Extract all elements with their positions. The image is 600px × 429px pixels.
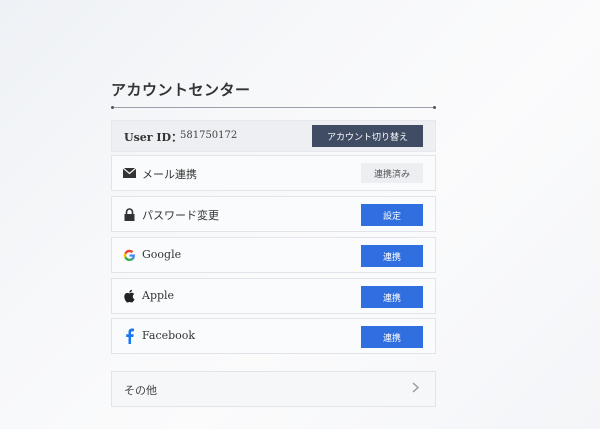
mail-link-row: メール連携 連携済み [111,155,436,191]
chevron-right-icon [412,382,420,397]
user-id-value: 581750172 [180,130,238,141]
other-label: その他 [124,384,157,397]
facebook-icon [122,328,136,344]
user-id-row: User ID： 581750172 アカウント切り替え [111,120,436,152]
facebook-label: Facebook [142,329,196,342]
google-link-row: Google 連携 [111,237,436,273]
mail-icon [122,166,136,180]
apple-label: Apple [142,289,175,302]
apple-icon [122,289,136,303]
apple-link-button[interactable]: 連携 [361,286,423,308]
password-set-button[interactable]: 設定 [361,204,423,226]
facebook-link-row: Facebook 連携 [111,318,436,354]
mail-link-label: メール連携 [142,168,197,181]
user-id-label: User ID： [124,131,183,144]
facebook-link-button[interactable]: 連携 [361,326,423,348]
password-change-label: パスワード変更 [142,209,219,222]
switch-account-button[interactable]: アカウント切り替え [312,125,423,147]
apple-link-row: Apple 連携 [111,278,436,314]
google-link-button[interactable]: 連携 [361,245,423,267]
title-divider [111,106,436,109]
google-label: Google [142,248,182,261]
password-change-row: パスワード変更 設定 [111,196,436,232]
google-icon [122,248,136,262]
mail-linked-status-button[interactable]: 連携済み [361,163,423,183]
lock-icon [122,207,136,221]
page-title: アカウントセンター [111,81,251,99]
other-row[interactable]: その他 [111,371,436,407]
